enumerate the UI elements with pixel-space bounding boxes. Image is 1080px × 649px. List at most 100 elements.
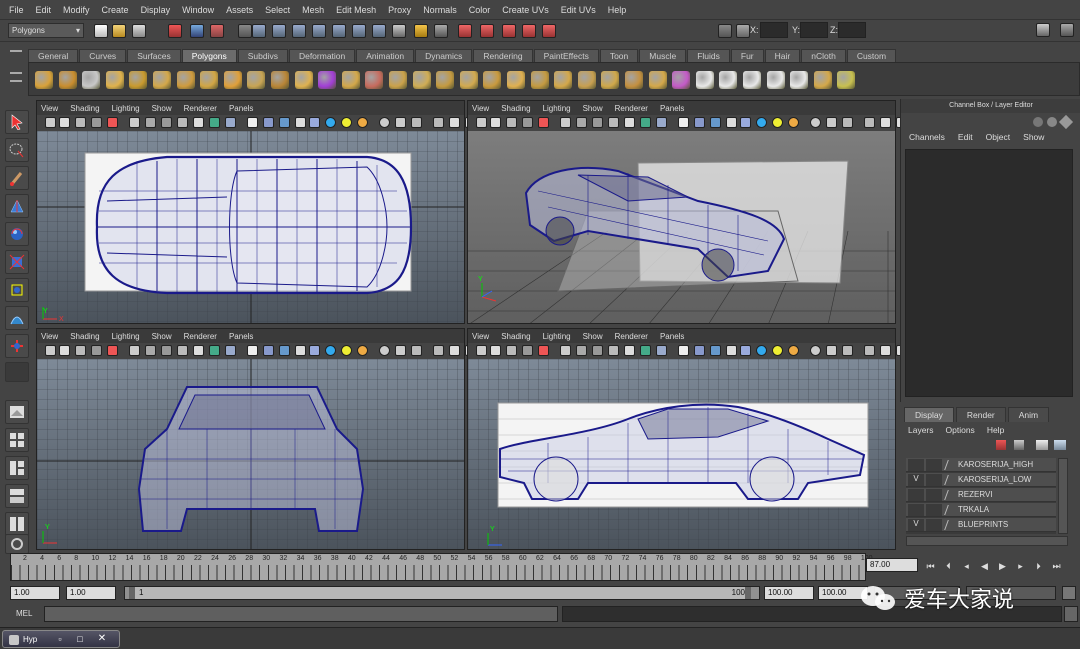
- viewport-toolbar-icon[interactable]: [379, 117, 390, 128]
- new-scene-icon[interactable]: [94, 24, 108, 38]
- go-to-start-icon[interactable]: ⏮: [924, 560, 937, 573]
- viewport-toolbar-icon[interactable]: [810, 345, 821, 356]
- viewport-toolbar-icon[interactable]: [309, 345, 320, 356]
- viewport-toolbar-icon[interactable]: [788, 117, 799, 128]
- command-input[interactable]: [44, 606, 558, 622]
- viewport-menu-renderer[interactable]: Renderer: [184, 332, 217, 341]
- viewport-toolbar-icon[interactable]: [788, 345, 799, 356]
- layer-visibility-toggle[interactable]: [908, 504, 924, 516]
- viewport-toolbar-icon[interactable]: [538, 117, 549, 128]
- last-tool-slot[interactable]: [5, 362, 29, 382]
- viewport-menu-panels[interactable]: Panels: [660, 104, 684, 113]
- poly-platonic-icon[interactable]: [294, 71, 313, 89]
- layer-hscrollbar[interactable]: [906, 536, 1068, 546]
- viewport-toolbar-icon[interactable]: [279, 117, 290, 128]
- viewport-toolbar-icon[interactable]: [826, 117, 837, 128]
- layer-playback-toggle[interactable]: [926, 519, 942, 531]
- viewport-toolbar-icon[interactable]: [726, 345, 737, 356]
- sculpt-geometry-icon[interactable]: [648, 71, 667, 89]
- channel-box-icon-a[interactable]: [1033, 117, 1043, 127]
- step-forward-key-icon[interactable]: ⏵: [1032, 560, 1045, 573]
- render-batch-icon[interactable]: [542, 24, 556, 38]
- viewport-toolbar-icon[interactable]: [295, 117, 306, 128]
- select-component-icon[interactable]: [210, 24, 224, 38]
- viewport-menu-panels[interactable]: Panels: [229, 332, 253, 341]
- history-icon[interactable]: [372, 24, 386, 38]
- viewport-toolbar-icon[interactable]: [193, 345, 204, 356]
- layer-options-icon[interactable]: [1014, 440, 1024, 450]
- poly-torus-icon[interactable]: [153, 71, 171, 89]
- viewport-top[interactable]: View Shading Lighting Show Renderer Panels Y …: [36, 100, 530, 324]
- step-forward-frame-icon[interactable]: ▸: [1014, 560, 1027, 573]
- viewport-menu-lighting[interactable]: Lighting: [543, 332, 571, 341]
- viewport-toolbar-icon[interactable]: [449, 117, 460, 128]
- shelf-tab-fluids[interactable]: Fluids: [687, 49, 730, 62]
- viewport-toolbar-icon[interactable]: [842, 117, 853, 128]
- viewport-menu-view[interactable]: View: [41, 332, 58, 341]
- layer-tab-anim[interactable]: Anim: [1007, 407, 1050, 422]
- menu-create-uvs[interactable]: Create UVs: [496, 5, 555, 15]
- collapse-icon[interactable]: [743, 71, 761, 89]
- viewport-toolbar-icon[interactable]: [640, 345, 651, 356]
- layer-color-swatch[interactable]: [944, 505, 956, 515]
- combine-icon[interactable]: [318, 71, 337, 89]
- layer-playback-toggle[interactable]: [926, 504, 942, 516]
- viewport-menu-lighting[interactable]: Lighting: [543, 104, 571, 113]
- persp-graph-layout-icon[interactable]: [5, 456, 29, 480]
- x-field[interactable]: [760, 22, 788, 38]
- channel-menu-edit[interactable]: Edit: [958, 132, 973, 142]
- lasso-tool-icon[interactable]: [5, 138, 29, 162]
- layer-playback-toggle[interactable]: [926, 459, 942, 471]
- viewport-menu-show[interactable]: Show: [583, 104, 603, 113]
- viewport-toolbar-icon[interactable]: [506, 117, 517, 128]
- new-layer-selected-icon[interactable]: [1036, 440, 1048, 450]
- render-current-icon[interactable]: [414, 24, 428, 38]
- viewport-toolbar-icon[interactable]: [209, 117, 220, 128]
- shelf-menu[interactable]: [8, 46, 26, 96]
- poly-sphere-icon[interactable]: [35, 71, 53, 89]
- close-window-icon[interactable]: ✕: [95, 633, 109, 645]
- mirror-geometry-icon[interactable]: [389, 71, 407, 89]
- viewport-toolbar-icon[interactable]: [826, 345, 837, 356]
- viewport-toolbar-icon[interactable]: [341, 117, 352, 128]
- new-layer-icon[interactable]: [996, 440, 1006, 450]
- render-settings-icon[interactable]: [458, 24, 472, 38]
- viewport-toolbar-icon[interactable]: [433, 345, 444, 356]
- poly-pyramid-icon[interactable]: [200, 71, 219, 89]
- viewport-menu-panels[interactable]: Panels: [229, 104, 253, 113]
- viewport-toolbar-icon[interactable]: [608, 345, 619, 356]
- smooth-icon[interactable]: [483, 71, 502, 89]
- viewport-toolbar-icon[interactable]: [45, 345, 56, 356]
- channel-menu-show[interactable]: Show: [1023, 132, 1044, 142]
- menu-modify[interactable]: Modify: [57, 5, 96, 15]
- shelf-tab-painteffects[interactable]: PaintEffects: [533, 49, 599, 62]
- help-icon[interactable]: [392, 24, 406, 38]
- viewport-canvas-persp[interactable]: Y: [468, 131, 895, 323]
- extract-icon[interactable]: [365, 71, 384, 89]
- layer-tab-render[interactable]: Render: [955, 407, 1006, 422]
- poly-prism-icon[interactable]: [176, 71, 195, 89]
- shelf-tab-polygons[interactable]: Polygons: [181, 49, 237, 62]
- boolean-union-icon[interactable]: [412, 71, 431, 89]
- universal-manipulator-icon[interactable]: [5, 278, 29, 302]
- snap-point-icon[interactable]: [292, 24, 306, 38]
- transform-mode-icon[interactable]: [718, 24, 732, 38]
- play-backward-icon[interactable]: ◀: [978, 560, 991, 573]
- viewport-menu-renderer[interactable]: Renderer: [615, 104, 648, 113]
- channel-box-list[interactable]: [905, 149, 1073, 397]
- y-field[interactable]: [800, 22, 828, 38]
- viewport-menu-lighting[interactable]: Lighting: [112, 104, 140, 113]
- minimized-hypershade-window[interactable]: Hyp ▫ □ ✕: [2, 630, 120, 648]
- viewport-menu-renderer[interactable]: Renderer: [615, 332, 648, 341]
- viewport-toolbar-icon[interactable]: [522, 345, 533, 356]
- viewport-toolbar-icon[interactable]: [490, 117, 501, 128]
- viewport-toolbar-icon[interactable]: [395, 117, 406, 128]
- viewport-toolbar-icon[interactable]: [608, 117, 619, 128]
- viewport-canvas-side[interactable]: Y: [468, 359, 895, 549]
- shelf-tab-general[interactable]: General: [28, 49, 79, 62]
- menu-set-dropdown[interactable]: Polygons ▾: [8, 23, 84, 38]
- layer-row[interactable]: V KAROSERIJA_LOW: [906, 473, 1056, 487]
- viewport-toolbar-icon[interactable]: [560, 345, 571, 356]
- channel-box-icon-b[interactable]: [1047, 117, 1057, 127]
- viewport-toolbar-icon[interactable]: [710, 117, 721, 128]
